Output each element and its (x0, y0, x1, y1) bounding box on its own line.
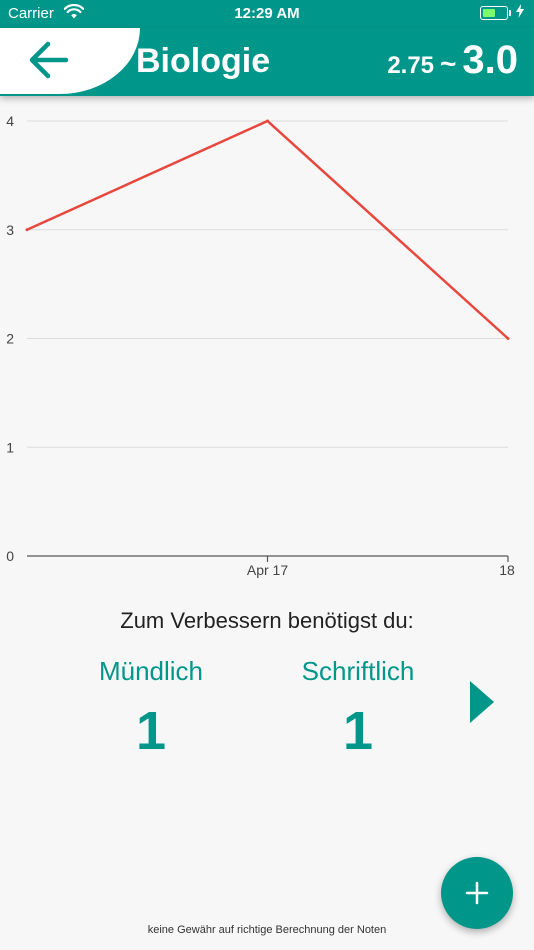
plus-icon (465, 881, 489, 905)
written-value: 1 (342, 701, 374, 761)
oral-label: Mündlich (98, 656, 204, 686)
arrow-left-icon (29, 41, 69, 79)
disclaimer-text: keine Gewähr auf richtige Berechnung der… (147, 924, 387, 936)
add-grade-button[interactable] (441, 857, 513, 929)
status-bar: Carrier 12:29 AM (0, 0, 534, 28)
data-point (266, 119, 269, 123)
average-display: 2.75 ~ 3.0 (387, 38, 518, 83)
rounded-average: 3.0 (462, 38, 518, 82)
battery-icon (480, 6, 511, 20)
grade-chart: 0 1 2 3 4 Apr 17 18 (6, 113, 515, 578)
x-tick-label: Apr 17 (247, 562, 288, 578)
written-label: Schriftlich (301, 656, 415, 686)
y-tick-label: 2 (6, 331, 14, 347)
average-separator: ~ (440, 48, 457, 79)
data-point (25, 228, 29, 232)
play-right-icon (470, 681, 494, 723)
y-tick-label: 1 (6, 439, 14, 455)
back-button[interactable] (0, 28, 140, 94)
app-header: Biologie 2.75 ~ 3.0 (0, 28, 534, 96)
improvement-title: Zum Verbessern benötigst du: (120, 608, 414, 633)
x-tick-label: 18 (499, 562, 515, 578)
y-tick-label: 3 (6, 222, 14, 238)
oral-value: 1 (135, 701, 167, 761)
next-button[interactable] (470, 681, 494, 728)
y-tick-label: 0 (6, 548, 14, 564)
y-tick-label: 4 (6, 113, 14, 129)
clock: 12:29 AM (234, 5, 300, 22)
current-average: 2.75 (387, 52, 435, 79)
subject-title: Biologie (136, 42, 271, 80)
data-point (506, 337, 510, 340)
charging-bolt-icon (516, 4, 524, 23)
